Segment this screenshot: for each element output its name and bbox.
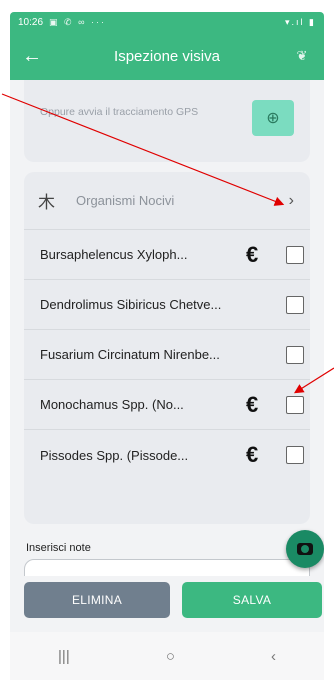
status-signal-battery-icons: ▾.ıl ▮ <box>285 16 316 27</box>
delete-button[interactable]: ELIMINA <box>24 582 170 618</box>
pest-row[interactable]: Monochamus Spp. (No... € <box>24 380 310 430</box>
pest-row[interactable]: Dendrolimus Sibiricus Chetve... <box>24 280 310 330</box>
pest-row[interactable]: Bursaphelencus Xyloph... € <box>24 230 310 280</box>
gps-crosshair-button[interactable]: ⊕ <box>252 100 294 136</box>
app-bar: ← Ispezione visiva ❦ <box>10 32 324 80</box>
pest-name: Dendrolimus Sibiricus Chetve... <box>40 297 222 312</box>
gps-panel: Oppure avvia il tracciamento GPS ⊕ <box>24 80 310 162</box>
pest-checkbox[interactable] <box>286 395 304 414</box>
pest-checkbox[interactable] <box>286 345 304 364</box>
euro-icon: € <box>246 442 259 467</box>
camera-button[interactable] <box>286 530 324 568</box>
camera-icon <box>297 543 313 555</box>
bug-icon: ⽊ <box>38 193 55 212</box>
pest-name: Fusarium Circinatum Nirenbe... <box>40 347 220 362</box>
status-bar: 10:26 ▣ ✆ ∞ ··· ▾.ıl ▮ <box>10 12 324 32</box>
nav-back-icon[interactable]: ‹ <box>271 648 276 665</box>
notes-label: Inserisci note <box>26 542 91 554</box>
pest-name: Pissodes Spp. (Pissode... <box>40 447 189 463</box>
app-frame: 10:26 ▣ ✆ ∞ ··· ▾.ıl ▮ ← Ispezione visiv… <box>10 12 324 680</box>
pest-row[interactable]: Pissodes Spp. (Pissode... € <box>24 430 310 480</box>
pest-row[interactable]: Fusarium Circinatum Nirenbe... <box>24 330 310 380</box>
pest-checkbox[interactable] <box>286 245 304 264</box>
system-nav-bar: ||| ○ ‹ <box>10 632 324 680</box>
pest-checkbox[interactable] <box>286 295 304 314</box>
euro-icon: € <box>246 391 259 417</box>
plant-icon[interactable]: ❦ <box>280 32 324 80</box>
status-time: 10:26 <box>18 16 44 28</box>
pests-header-label: Organismi Nocivi <box>76 193 175 208</box>
action-bar: ELIMINA SALVA <box>10 576 324 628</box>
home-icon[interactable]: ○ <box>166 648 175 665</box>
euro-icon: € <box>246 241 259 267</box>
pests-panel: ⽊ Organismi Nocivi › Bursaphelencus Xylo… <box>24 172 310 524</box>
pests-header[interactable]: ⽊ Organismi Nocivi › <box>24 172 310 230</box>
gps-tracking-text: Oppure avvia il tracciamento GPS <box>40 106 199 118</box>
chevron-right-icon[interactable]: › <box>289 192 294 210</box>
pest-name: Bursaphelencus Xyloph... <box>40 247 188 262</box>
pest-name: Monochamus Spp. (No... <box>40 397 184 412</box>
save-button[interactable]: SALVA <box>182 582 322 618</box>
status-notification-icons: ▣ ✆ ∞ ··· <box>49 16 106 27</box>
recents-icon[interactable]: ||| <box>58 648 70 665</box>
crosshair-icon: ⊕ <box>266 110 280 127</box>
page-title: Ispezione visiva <box>114 47 220 65</box>
pest-checkbox[interactable] <box>286 446 304 464</box>
back-arrow-icon[interactable]: ← <box>10 32 54 80</box>
